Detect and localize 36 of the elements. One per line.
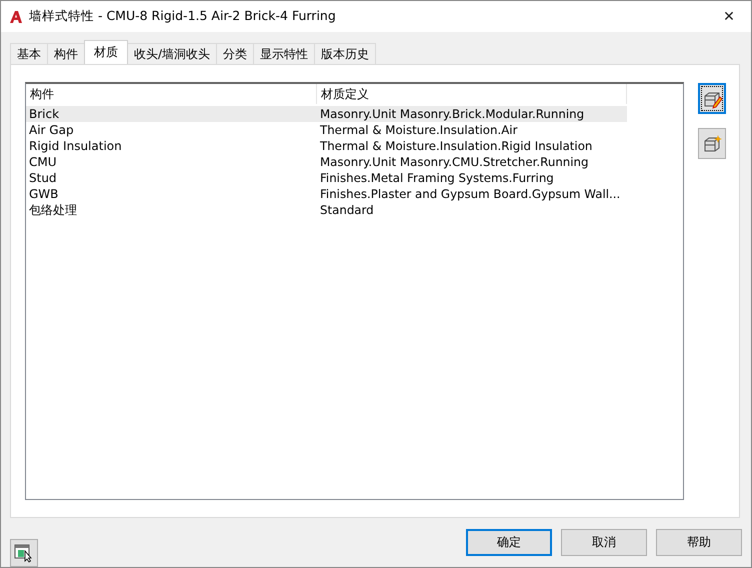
window-title: 墙样式特性 - CMU-8 Rigid-1.5 Air-2 Brick-4 Furring [29, 8, 337, 25]
tab[interactable]: 基本 [10, 43, 48, 64]
material-cell-text: Standard [319, 202, 375, 218]
table-row[interactable]: Rigid Insulation Thermal & Moisture.Insulation.Rigid Insulation [26, 138, 627, 154]
component-cell-text: 包络处理 [28, 202, 78, 218]
dialog-button[interactable]: 确定 [466, 529, 552, 556]
component-cell-text: GWB [28, 186, 60, 202]
material-cell-text: Thermal & Moisture.Insulation.Rigid Insulation [319, 138, 594, 154]
column-header[interactable]: 构件 [26, 84, 317, 104]
material-cell-text: Finishes.Plaster and Gypsum Board.Gypsum Wall... [319, 186, 622, 202]
table-row[interactable]: Brick Masonry.Unit Masonry.Brick.Modular.Running [26, 106, 627, 122]
component-cell-text: Stud [28, 170, 58, 186]
table-row[interactable]: GWB Finishes.Plaster and Gypsum Board.Gypsum Wall... [26, 186, 627, 202]
component-cell-text: Rigid Insulation [28, 138, 123, 154]
edit-button[interactable] [698, 83, 726, 114]
material-cell-text: Thermal & Moisture.Insulation.Air [319, 122, 518, 138]
column-header[interactable]: 材质定义 [317, 84, 627, 104]
dialog-button[interactable]: 取消 [561, 529, 647, 556]
tab[interactable]: 版本历史 [314, 43, 376, 64]
new-button[interactable] [698, 128, 726, 159]
material-cell-text: Finishes.Metal Framing Systems.Furring [319, 170, 555, 186]
component-cell-text: CMU [28, 154, 58, 170]
table-row[interactable]: Stud Finishes.Metal Framing Systems.Furring [26, 170, 627, 186]
tab[interactable]: 材质 [84, 40, 128, 64]
table-row[interactable]: CMU Masonry.Unit Masonry.CMU.Stretcher.Running [26, 154, 627, 170]
component-cell-text: Brick [28, 106, 60, 122]
table-row[interactable]: Air Gap Thermal & Moisture.Insulation.Air [26, 122, 627, 138]
dialog-button[interactable]: 帮助 [656, 529, 742, 556]
material-cell-text: Masonry.Unit Masonry.CMU.Stretcher.Running [319, 154, 590, 170]
new-layer-icon [702, 134, 722, 154]
component-cell-text: Air Gap [28, 122, 75, 138]
close-button[interactable]: ✕ [707, 1, 751, 32]
app-logo-icon [10, 10, 22, 22]
table-row[interactable]: 包络处理 Standard [26, 202, 627, 218]
material-cell-text: Masonry.Unit Masonry.Brick.Modular.Running [319, 106, 586, 122]
display-manager-button[interactable] [10, 538, 38, 566]
